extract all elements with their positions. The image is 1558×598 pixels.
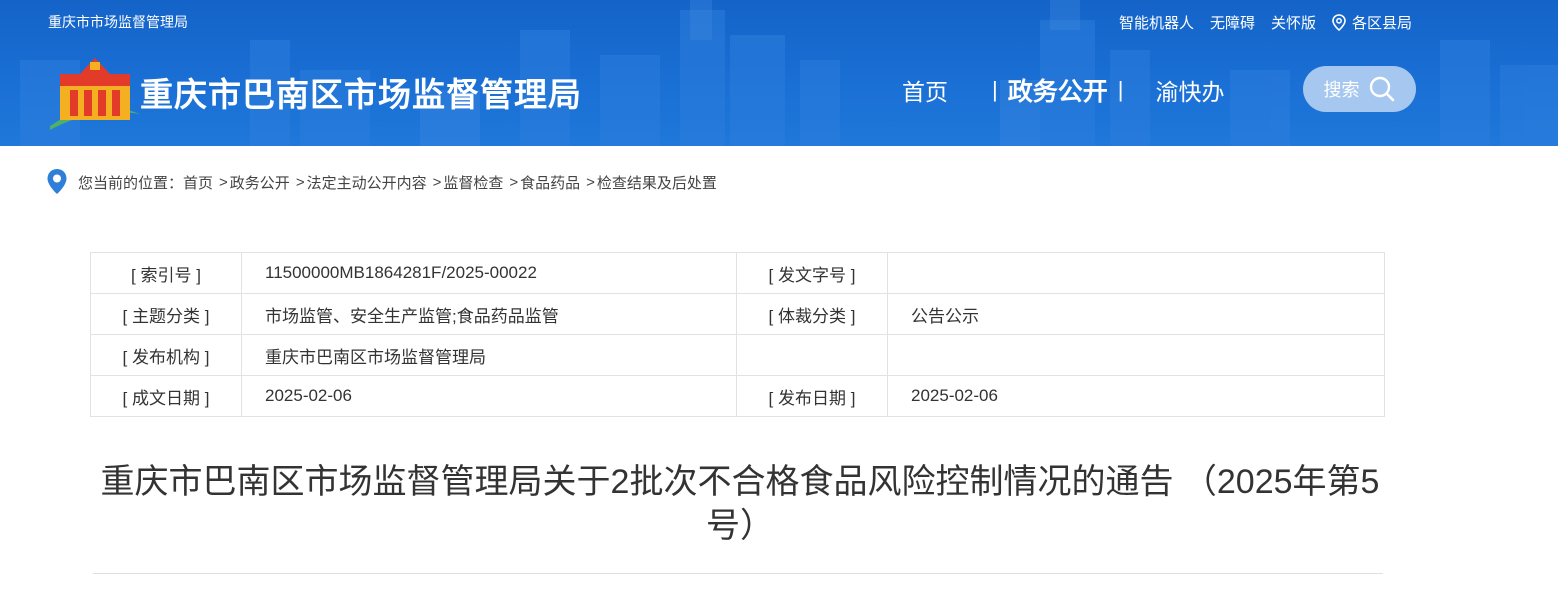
- table-row: [ 发布机构 ] 重庆市巴南区市场监督管理局: [90, 334, 1385, 376]
- site-title: 重庆市巴南区市场监督管理局: [140, 76, 582, 113]
- breadcrumb-inspection-results[interactable]: 检查结果及后处置: [597, 172, 717, 193]
- table-row: [ 主题分类 ] 市场监管、安全生产监管;食品药品监管 [ 体裁分类 ] 公告公…: [90, 293, 1385, 335]
- title-divider: [93, 573, 1383, 574]
- top-links: 智能机器人 无障碍 关怀版 各区县局: [1119, 12, 1412, 33]
- breadcrumb-food-drugs[interactable]: 食品药品: [520, 172, 580, 193]
- breadcrumb-separator: >: [295, 173, 305, 191]
- meta-value: 11500000MB1864281F/2025-00022: [241, 252, 737, 294]
- location-marker-icon: [47, 169, 67, 194]
- breadcrumb: 您当前的位置： 首页 > 政务公开 > 法定主动公开内容 > 监督检查 > 食品…: [46, 168, 717, 196]
- nav-gov-affairs[interactable]: 政务公开: [1008, 72, 1108, 108]
- nav-home[interactable]: 首页: [902, 73, 948, 107]
- meta-value: 公告公示: [887, 293, 1385, 335]
- main-nav: 首页 | 政务公开 | 渝快办: [902, 72, 1224, 108]
- search-label: 搜索: [1323, 80, 1360, 100]
- breadcrumb-separator: >: [509, 173, 519, 191]
- breadcrumb-home[interactable]: 首页: [183, 172, 213, 193]
- nav-separator: |: [992, 77, 998, 102]
- meta-value: 重庆市巴南区市场监督管理局: [241, 334, 737, 376]
- nav-separator: |: [1117, 77, 1124, 102]
- meta-key: [ 成文日期 ]: [90, 375, 242, 417]
- meta-value: 市场监管、安全生产监管;食品药品监管: [241, 293, 737, 335]
- breadcrumb-separator: >: [432, 173, 442, 191]
- table-row: [ 成文日期 ] 2025-02-06 [ 发布日期 ] 2025-02-06: [90, 375, 1385, 417]
- meta-key: [ 发布机构 ]: [90, 334, 242, 376]
- nav-yukuaiban[interactable]: 渝快办: [1155, 73, 1224, 107]
- location-pin-icon: [1332, 14, 1346, 31]
- meta-value: [887, 252, 1385, 294]
- meta-key: [736, 334, 888, 376]
- accessibility-link[interactable]: 无障碍: [1210, 12, 1255, 33]
- search-button[interactable]: 搜索: [1303, 66, 1416, 112]
- meta-value: 2025-02-06: [887, 375, 1385, 417]
- meta-key: [ 发布日期 ]: [736, 375, 888, 417]
- meta-key: [ 索引号 ]: [90, 252, 242, 294]
- bureau-logo-icon[interactable]: [46, 56, 142, 130]
- breadcrumb-gov-affairs[interactable]: 政务公开: [230, 172, 290, 193]
- breadcrumb-separator: >: [219, 173, 228, 191]
- breadcrumb-supervision[interactable]: 监督检查: [443, 172, 503, 193]
- search-icon: [1369, 76, 1394, 102]
- breadcrumb-statutory-disclosure[interactable]: 法定主动公开内容: [307, 172, 427, 193]
- elderly-mode-link[interactable]: 关怀版: [1271, 12, 1316, 33]
- table-row: [ 索引号 ] 11500000MB1864281F/2025-00022 [ …: [90, 252, 1385, 294]
- districts-link-label: 各区县局: [1351, 15, 1412, 32]
- meta-value: [887, 334, 1385, 376]
- districts-link[interactable]: 各区县局: [1332, 12, 1412, 33]
- parent-site-link[interactable]: 重庆市市场监督管理局: [48, 12, 188, 32]
- document-title: 重庆市巴南区市场监督管理局关于2批次不合格食品风险控制情况的通告 （2025年第…: [100, 463, 1380, 545]
- breadcrumb-prefix: 您当前的位置：: [78, 174, 184, 192]
- document-metadata-table: [ 索引号 ] 11500000MB1864281F/2025-00022 [ …: [90, 252, 1385, 417]
- robot-link[interactable]: 智能机器人: [1119, 12, 1194, 33]
- meta-key: [ 发文字号 ]: [736, 252, 888, 294]
- breadcrumb-separator: >: [586, 173, 595, 191]
- meta-key: [ 主题分类 ]: [90, 293, 242, 335]
- site-header: 重庆市市场监督管理局 智能机器人 无障碍 关怀版 各区县局 重庆市巴南区市场监督…: [0, 0, 1558, 146]
- meta-value: 2025-02-06: [241, 375, 737, 417]
- meta-key: [ 体裁分类 ]: [736, 293, 888, 335]
